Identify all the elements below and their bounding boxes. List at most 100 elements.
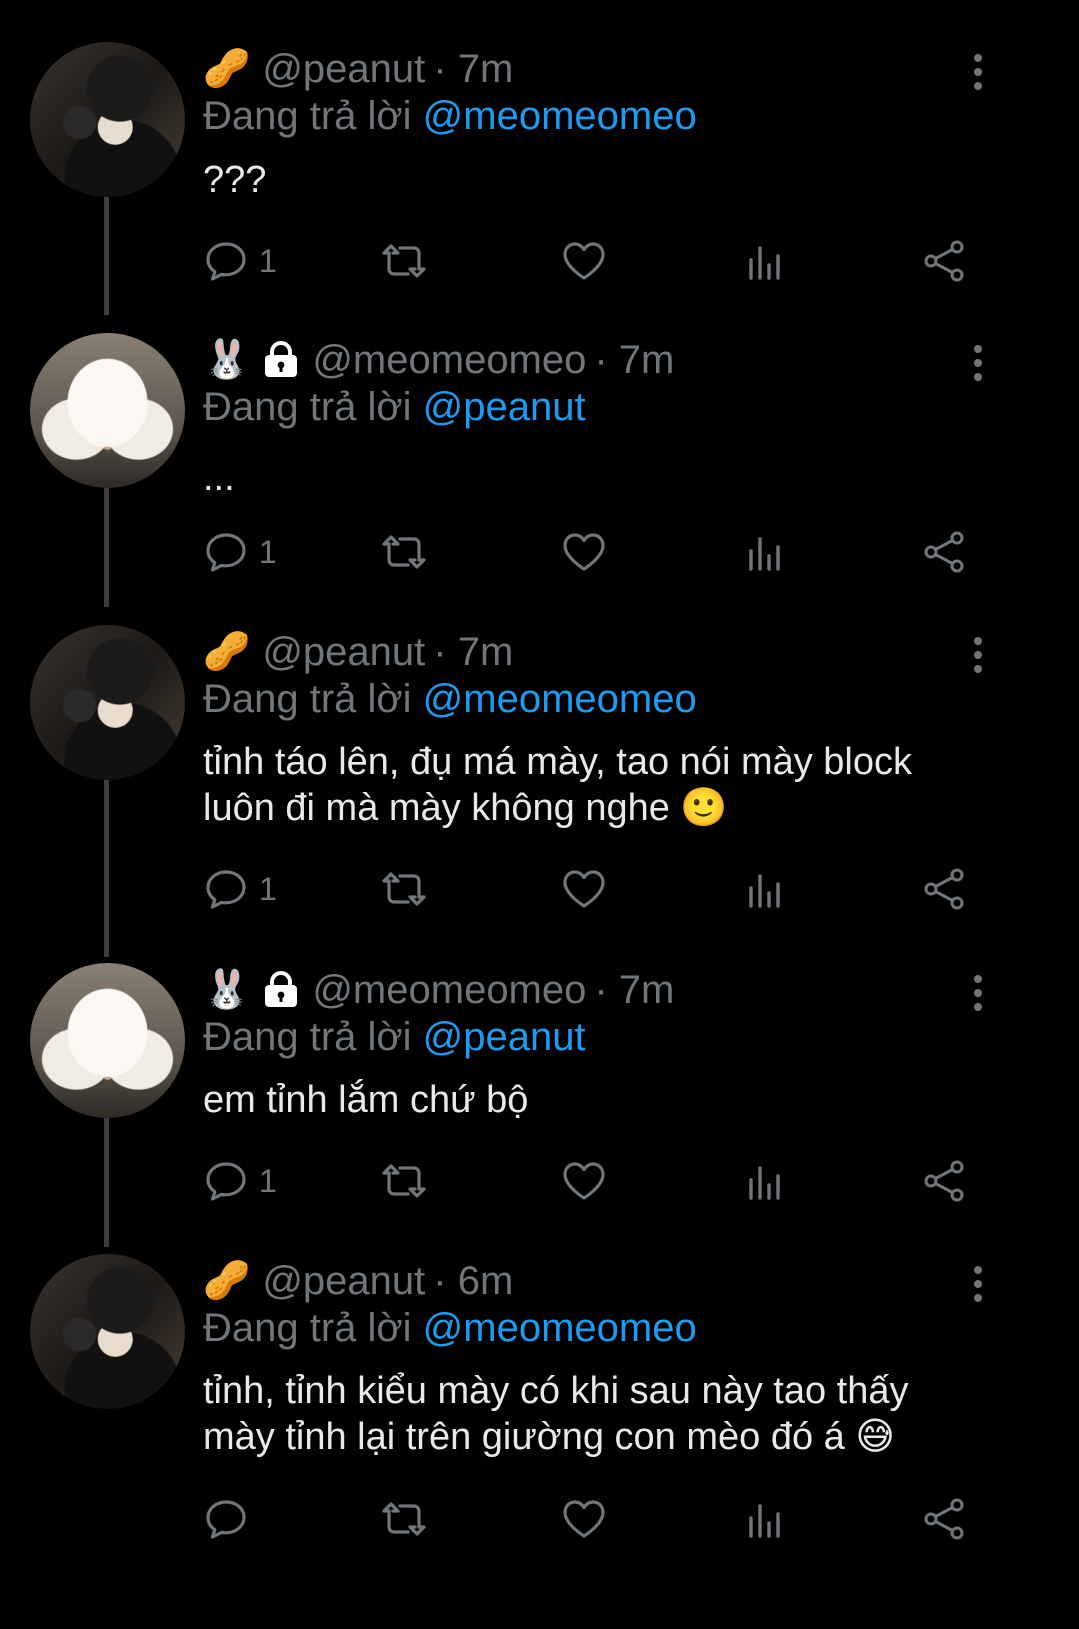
share-icon [924,531,964,573]
reply-mention[interactable]: @meomeomeo [423,1306,697,1350]
tweet-actions: 1 [203,237,983,285]
reply-button[interactable]: 1 [203,237,277,285]
more-vertical-icon[interactable] [966,635,990,675]
tweet[interactable]: 🐰 @meomeomeo · 7m Đang trả lời @peanut e… [0,963,1079,1233]
views-button[interactable] [743,528,789,576]
retweet-icon [382,1502,426,1536]
avatar[interactable] [30,333,185,488]
reply-icon [206,1162,246,1201]
retweet-button[interactable] [381,237,427,285]
more-vertical-icon[interactable] [966,973,990,1013]
reply-prefix: Đang trả lời [203,677,412,721]
reply-mention[interactable]: @peanut [423,385,586,429]
views-button[interactable] [743,865,789,913]
share-button[interactable] [921,528,967,576]
tweet[interactable]: 🥜 @peanut · 6m Đang trả lời @meomeomeo t… [0,1254,1079,1584]
like-button[interactable] [561,1495,607,1543]
reply-mention[interactable]: @peanut [423,1015,586,1059]
tweet-text: em tỉnh lắm chứ bộ [203,1079,529,1121]
user-emoji: 🥜 [203,48,251,90]
share-button[interactable] [921,1157,967,1205]
share-icon [924,1498,964,1540]
views-icon [749,537,780,571]
tweet-time[interactable]: · 7m [594,338,674,383]
share-button[interactable] [921,1495,967,1543]
tweet-time[interactable]: · 7m [433,47,513,92]
user-handle[interactable]: @peanut [262,1259,425,1304]
like-button[interactable] [561,237,607,285]
tweet[interactable]: 🐰 @meomeomeo · 7m Đang trả lời @peanut .… [0,333,1079,603]
replying-to: Đang trả lời @peanut [203,385,586,437]
more-vertical-icon[interactable] [966,343,990,383]
more-vertical-icon[interactable] [966,52,990,92]
tweet-actions: 1 [203,528,983,576]
retweet-button[interactable] [381,865,427,913]
like-button[interactable] [561,528,607,576]
tweet-time[interactable]: · 7m [433,630,513,675]
user-handle[interactable]: @peanut [262,47,425,92]
avatar[interactable] [30,963,185,1118]
reply-button[interactable] [203,1495,259,1543]
reply-button[interactable]: 1 [203,865,277,913]
reply-count: 1 [259,870,277,907]
views-button[interactable] [743,237,789,285]
user-emoji: 🐰 [203,969,251,1011]
replying-to: Đang trả lời @peanut [203,1015,586,1067]
reply-prefix: Đang trả lời [203,94,412,138]
reply-icon [206,242,246,281]
tweet-text: tỉnh táo lên, đụ má mày, tao nói mày blo… [203,739,983,831]
user-handle[interactable]: @meomeomeo [312,968,586,1013]
tweet-text: ... [203,457,235,499]
user-emoji: 🥜 [203,631,251,673]
tweet-header: 🐰 @meomeomeo · 7m [203,965,674,1015]
tweet-text-line: luôn đi mà mày không nghe 🙂 [203,787,728,829]
heart-icon [563,870,605,908]
heart-icon [563,1500,605,1538]
user-handle[interactable]: @meomeomeo [312,338,586,383]
reply-count: 1 [259,1162,277,1199]
reply-mention[interactable]: @meomeomeo [423,94,697,138]
retweet-button[interactable] [381,1157,427,1205]
reply-button[interactable]: 1 [203,528,277,576]
like-button[interactable] [561,1157,607,1205]
retweet-button[interactable] [381,528,427,576]
retweet-icon [382,535,426,569]
views-icon [749,1166,780,1200]
user-emoji: 🥜 [203,1260,251,1302]
share-icon [924,868,964,910]
tweet-header: 🥜 @peanut · 7m [203,627,513,677]
share-button[interactable] [921,865,967,913]
retweet-icon [382,1164,426,1198]
avatar[interactable] [30,625,185,780]
reply-mention[interactable]: @meomeomeo [423,677,697,721]
tweet-time[interactable]: · 7m [594,968,674,1013]
retweet-icon [382,872,426,906]
more-vertical-icon[interactable] [966,1264,990,1304]
avatar[interactable] [30,42,185,197]
tweet-time[interactable]: · 6m [433,1259,513,1304]
tweet-text-line: tỉnh táo lên, đụ má mày, tao nói mày blo… [203,741,912,783]
reply-prefix: Đang trả lời [203,1015,412,1059]
reply-icon [206,1500,246,1539]
views-button[interactable] [743,1157,789,1205]
tweet-header: 🐰 @meomeomeo · 7m [203,335,674,385]
reply-icon [206,870,246,909]
lock-icon [262,341,300,379]
avatar[interactable] [30,1254,185,1409]
user-handle[interactable]: @peanut [262,630,425,675]
reply-icon [206,533,246,572]
tweet[interactable]: 🥜 @peanut · 7m Đang trả lời @meomeomeo t… [0,625,1079,945]
heart-icon [563,242,605,280]
tweet-header: 🥜 @peanut · 7m [203,44,513,94]
views-button[interactable] [743,1495,789,1543]
tweet[interactable]: 🥜 @peanut · 7m Đang trả lời @meomeomeo ?… [0,42,1079,312]
reply-button[interactable]: 1 [203,1157,277,1205]
share-button[interactable] [921,237,967,285]
replying-to: Đang trả lời @meomeomeo [203,94,697,146]
lock-icon [262,971,300,1009]
like-button[interactable] [561,865,607,913]
heart-icon [563,1162,605,1200]
retweet-button[interactable] [381,1495,427,1543]
heart-icon [563,533,605,571]
tweet-actions: 1 [203,1157,983,1205]
